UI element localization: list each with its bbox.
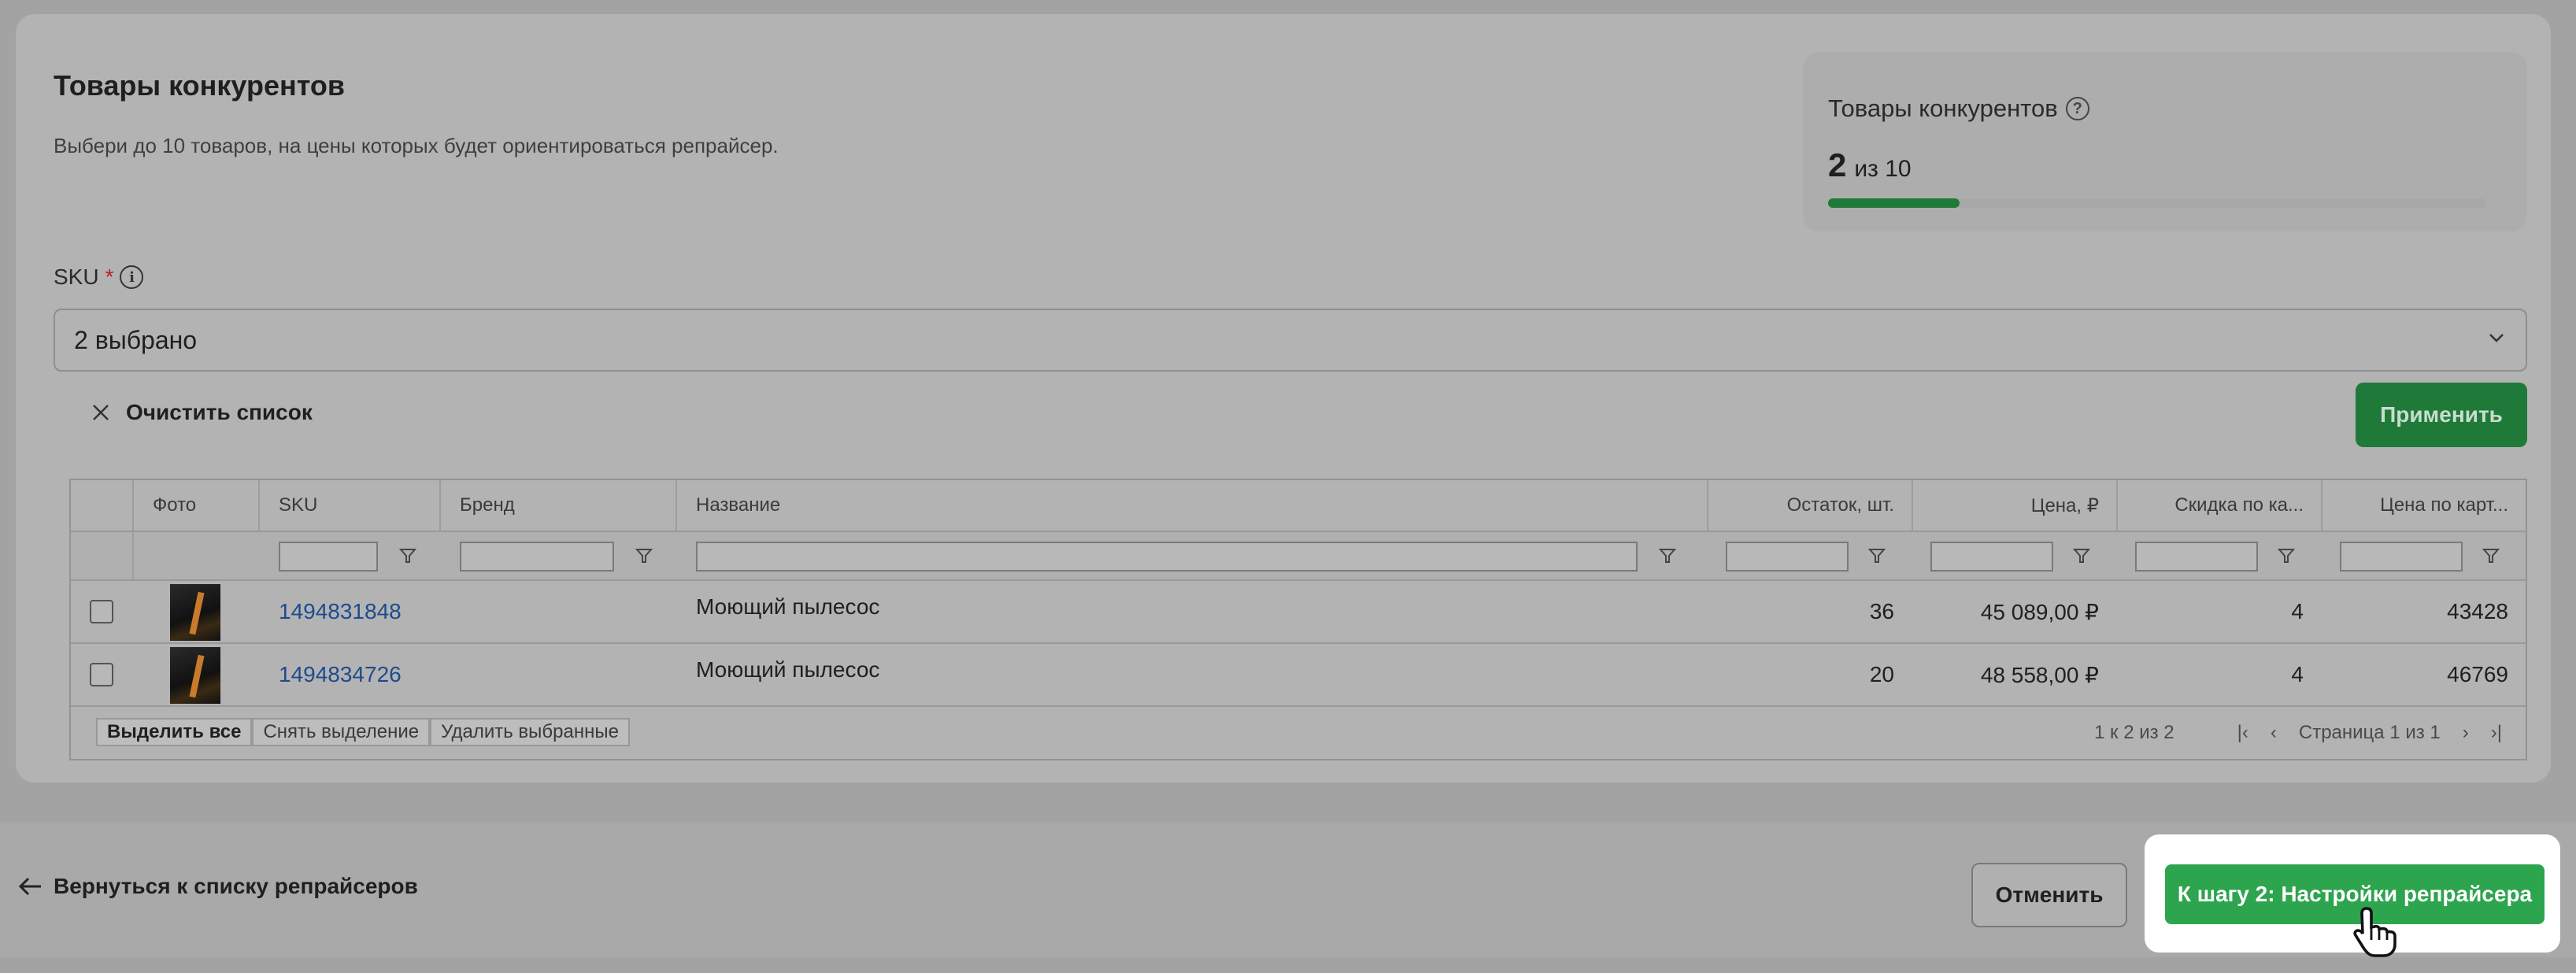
bottom-action-bar: Вернуться к списку репрайсеров Отменить … (0, 823, 2576, 957)
cancel-button[interactable]: Отменить (1971, 863, 2127, 927)
last-page-icon[interactable]: ›| (2491, 722, 2502, 744)
price-cell: 45 089,00 ₽ (1980, 599, 2099, 624)
close-icon (93, 405, 109, 420)
back-to-repricers-link[interactable]: Вернуться к списку репрайсеров (17, 874, 418, 899)
deselect-button[interactable]: Снять выделение (252, 718, 431, 746)
prev-page-icon[interactable]: ‹ (2271, 722, 2277, 744)
table-row[interactable]: 1494831848 Моющий пылесос 36 45 089,00 ₽… (71, 581, 2526, 644)
arrow-left-icon (18, 877, 41, 896)
filter-icon[interactable] (2277, 546, 2296, 565)
select-all-button[interactable]: Выделить все (96, 718, 253, 746)
discount-cell: 4 (2291, 662, 2304, 686)
card-price-cell: 46769 (2447, 662, 2508, 686)
filter-input-name[interactable] (696, 542, 1638, 572)
grid-header: Фото SKU Бренд Название Остаток, шт. Цен… (71, 480, 2526, 532)
sku-field-label: SKU * i (54, 265, 144, 290)
filter-input-card-price[interactable] (2340, 542, 2463, 572)
stats-count: 2 из 10 (1828, 146, 1912, 184)
help-icon[interactable]: ? (2065, 97, 2089, 120)
row-checkbox[interactable] (90, 600, 113, 623)
filter-input-brand[interactable] (460, 542, 614, 572)
row-checkbox[interactable] (90, 663, 113, 686)
name-cell: Моющий пылесос (696, 594, 880, 619)
delete-selected-button[interactable]: Удалить выбранные (430, 718, 630, 746)
filter-icon[interactable] (1867, 546, 1886, 565)
sku-link[interactable]: 1494834726 (279, 644, 402, 705)
filter-input-sku[interactable] (279, 542, 378, 572)
clear-list-button[interactable]: Очистить список (91, 400, 313, 425)
table-row[interactable]: 1494834726 Моющий пылесос 20 48 558,00 ₽… (71, 644, 2526, 707)
column-header-card-price[interactable]: Цена по карт... (2322, 480, 2508, 531)
column-header-photo[interactable]: Фото (153, 480, 196, 531)
sku-label-text: SKU (54, 265, 99, 289)
apply-button[interactable]: Применить (2356, 383, 2527, 447)
chevron-down-icon (2489, 334, 2504, 342)
hand-cursor-icon (2353, 907, 2396, 957)
filter-icon[interactable] (2482, 546, 2500, 565)
column-header-brand[interactable]: Бренд (460, 480, 515, 531)
filter-input-stock[interactable] (1726, 542, 1849, 572)
competitor-products-card: Товары конкурентов Выбери до 10 товаров,… (16, 14, 2551, 782)
filter-input-price[interactable] (1930, 542, 2053, 572)
stats-title: Товары конкурентов (1828, 94, 2058, 122)
filter-icon[interactable] (1658, 546, 1677, 565)
filter-icon[interactable] (2072, 546, 2091, 565)
grid-filter-row (71, 532, 2526, 581)
sku-select-value: 2 выбрано (74, 325, 198, 354)
sku-select[interactable]: 2 выбрано (54, 309, 2527, 372)
required-mark: * (105, 265, 114, 289)
next-page-icon[interactable]: › (2463, 722, 2469, 744)
card-title: Товары конкурентов (54, 69, 346, 102)
column-header-sku[interactable]: SKU (279, 480, 317, 531)
column-header-name[interactable]: Название (696, 480, 780, 531)
filter-icon[interactable] (635, 546, 653, 565)
stats-progress-bar (1828, 198, 2486, 208)
pagination-page: Страница 1 из 1 (2298, 722, 2441, 743)
card-subtitle: Выбери до 10 товаров, на цены которых бу… (54, 134, 779, 157)
page: Товары конкурентов Выбери до 10 товаров,… (0, 0, 2576, 973)
clear-list-label: Очистить список (126, 400, 313, 424)
stock-cell: 20 (1869, 662, 1894, 686)
stats-selected-count: 2 (1828, 146, 1847, 183)
grid-footer: Выделить все Снять выделение Удалить выб… (71, 707, 2526, 759)
column-header-discount[interactable]: Скидка по ка... (2118, 480, 2304, 531)
sku-link[interactable]: 1494831848 (279, 581, 402, 642)
column-header-stock[interactable]: Остаток, шт. (1708, 480, 1894, 531)
filter-icon[interactable] (398, 546, 417, 565)
back-link-label: Вернуться к списку репрайсеров (54, 874, 418, 898)
column-header-price[interactable]: Цена, ₽ (1913, 480, 2099, 531)
stock-cell: 36 (1869, 599, 1894, 623)
product-photo (170, 647, 220, 704)
pagination: 1 к 2 из 2 |‹ ‹ Страница 1 из 1 › ›| (2094, 707, 2502, 759)
info-icon[interactable]: i (120, 265, 144, 289)
filter-input-discount[interactable] (2135, 542, 2258, 572)
name-cell: Моющий пылесос (696, 657, 880, 682)
pagination-range: 1 к 2 из 2 (2094, 722, 2174, 743)
card-price-cell: 43428 (2447, 599, 2508, 623)
competitor-stats-panel: Товары конкурентов ? 2 из 10 (1803, 52, 2527, 231)
stats-progress-fill (1828, 198, 1960, 208)
price-cell: 48 558,00 ₽ (1980, 662, 2099, 687)
discount-cell: 4 (2291, 599, 2304, 623)
products-grid: Фото SKU Бренд Название Остаток, шт. Цен… (69, 479, 2527, 760)
first-page-icon[interactable]: |‹ (2237, 722, 2248, 744)
stats-total: из 10 (1854, 156, 1912, 182)
product-photo (170, 584, 220, 641)
